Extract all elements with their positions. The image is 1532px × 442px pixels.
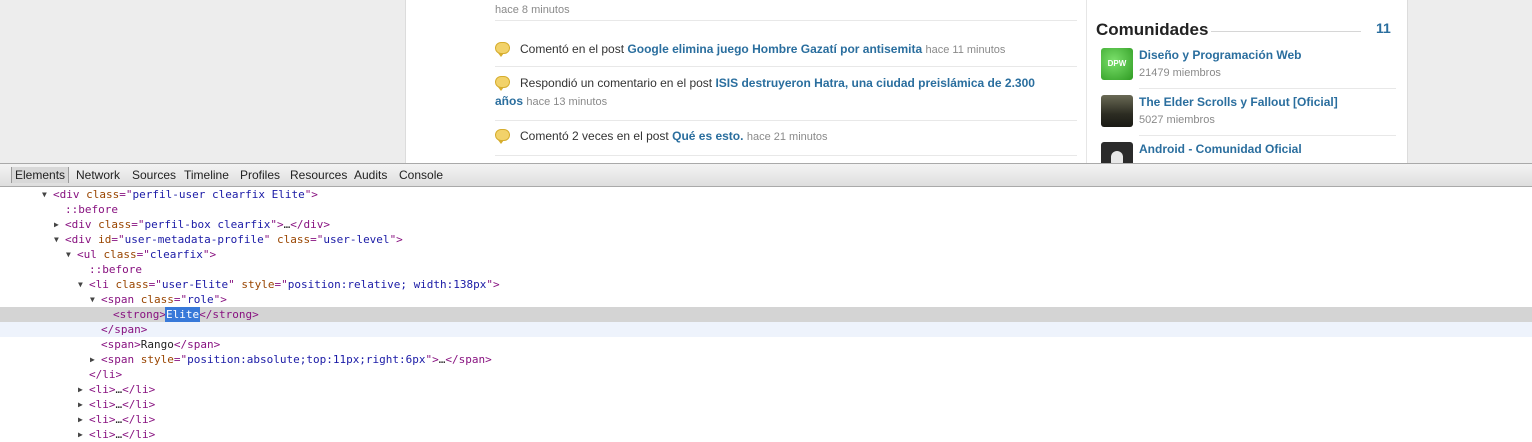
activity-item: Comentó 2 veces en el post Qué es esto. …: [495, 127, 1077, 156]
devtools-panel: Elements Network Sources Timeline Profil…: [0, 163, 1532, 441]
column-divider: [1086, 0, 1087, 163]
comunidades-title: Comunidades: [1096, 20, 1209, 39]
tab-sources[interactable]: Sources: [129, 167, 179, 183]
collapse-triangle-icon[interactable]: ▼: [78, 277, 86, 292]
collapse-triangle-icon[interactable]: ▼: [54, 232, 62, 247]
dom-node-markup: <span>Rango</span>: [101, 338, 221, 351]
community-item[interactable]: The Elder Scrolls y Fallout [Oficial] 50…: [1101, 95, 1396, 140]
divider: [495, 155, 1077, 156]
collapse-triangle-icon[interactable]: ▼: [90, 292, 98, 307]
tab-profiles[interactable]: Profiles: [237, 167, 283, 183]
dom-node[interactable]: <span>Rango</span>: [0, 337, 1532, 352]
dom-node-selected[interactable]: <strong>Elite</strong>: [0, 307, 1532, 322]
expand-triangle-icon[interactable]: ▶: [78, 382, 86, 397]
dom-node-markup: <div class="perfil-box clearfix">…</div>: [65, 218, 330, 231]
community-name[interactable]: The Elder Scrolls y Fallout [Oficial]: [1139, 95, 1338, 109]
divider: [1139, 88, 1396, 89]
dom-tree: ▼ <div class="perfil-user clearfix Elite"…: [0, 187, 1532, 441]
dom-node[interactable]: ▶ <li>…</li>: [0, 397, 1532, 412]
devtools-toolbar: Elements Network Sources Timeline Profil…: [0, 164, 1532, 187]
activity-post-link[interactable]: Google elimina juego Hombre Gazatí por a…: [627, 42, 922, 56]
dom-node-markup: <strong>Elite</strong>: [113, 307, 259, 322]
community-avatar[interactable]: [1101, 95, 1133, 127]
divider: [1139, 135, 1396, 136]
community-name[interactable]: Android - Comunidad Oficial: [1139, 142, 1302, 156]
dom-node[interactable]: ▼ <ul class="clearfix">: [0, 247, 1532, 262]
dom-node-markup: </li>: [89, 368, 123, 381]
dom-node-markup: <li>…</li>: [89, 413, 156, 426]
dom-node-markup: ::before: [89, 263, 142, 276]
community-members: 5027 miembros: [1139, 114, 1215, 126]
tab-timeline[interactable]: Timeline: [181, 167, 232, 183]
dom-node-markup: <span style="position:absolute;top:11px;…: [101, 353, 492, 366]
dom-node[interactable]: ▼ <div id="user-metadata-profile" class="…: [0, 232, 1532, 247]
community-members: 21479 miembros: [1139, 67, 1221, 79]
title-rule: [1211, 31, 1361, 32]
dom-node[interactable]: ▶ <div class="perfil-box clearfix">…</div…: [0, 217, 1532, 232]
community-name[interactable]: Diseño y Programación Web: [1139, 48, 1302, 62]
dom-node[interactable]: ▼ <li class="user-Elite" style="position:…: [0, 277, 1532, 292]
dom-node[interactable]: ▼ <span class="role">: [0, 292, 1532, 307]
dom-node[interactable]: </li>: [0, 367, 1532, 382]
dom-node[interactable]: ▶ <span style="position:absolute;top:11px…: [0, 352, 1532, 367]
dom-node-markup: </span>: [101, 323, 148, 336]
activity-time: hace 13 minutos: [526, 96, 608, 108]
profile-content: . hace 8 minutos Comentó en el post Goog…: [405, 0, 1408, 163]
dom-node-markup: <span class="role">: [101, 293, 227, 306]
comunidades-panel: Comunidades 11 DPW Diseño y Programación…: [1096, 0, 1396, 163]
dom-node[interactable]: ::before: [0, 262, 1532, 277]
expand-triangle-icon[interactable]: ▶: [78, 397, 86, 412]
dom-node-markup: <div class="perfil-user clearfix Elite">: [53, 188, 318, 201]
tab-resources[interactable]: Resources: [287, 167, 350, 183]
community-item[interactable]: Android - Comunidad Oficial: [1101, 142, 1396, 163]
collapse-triangle-icon[interactable]: ▼: [66, 247, 74, 262]
activity-post-link[interactable]: Qué es esto.: [672, 129, 743, 143]
page-viewport: . hace 8 minutos Comentó en el post Goog…: [0, 0, 1532, 163]
activity-item: Comentó en el post Google elimina juego …: [495, 40, 1077, 67]
dom-node-markup: <ul class="clearfix">: [77, 248, 217, 261]
dom-node-markup: <li>…</li>: [89, 383, 156, 396]
dom-node-markup: <li>…</li>: [89, 398, 156, 411]
community-avatar[interactable]: DPW: [1101, 48, 1133, 80]
android-icon[interactable]: [1101, 142, 1133, 163]
tab-elements[interactable]: Elements: [11, 167, 70, 183]
dom-node-markup: <div id="user-metadata-profile" class="u…: [65, 233, 403, 246]
dom-node[interactable]: ▶ <li>…</li>: [0, 412, 1532, 427]
dom-node[interactable]: ▼ <div class="perfil-user clearfix Elite"…: [0, 187, 1532, 202]
divider: [495, 66, 1077, 67]
activity-time: hace 21 minutos: [746, 131, 828, 143]
tab-audits[interactable]: Audits: [351, 167, 390, 183]
activity-time: hace 11 minutos: [925, 44, 1006, 56]
expand-triangle-icon[interactable]: ▶: [78, 412, 86, 427]
tab-console[interactable]: Console: [396, 167, 446, 183]
divider: [495, 20, 1077, 21]
activity-post-link-cont[interactable]: años: [495, 94, 523, 108]
dom-node-markup: <li class="user-Elite" style="position:r…: [89, 278, 500, 291]
tab-network[interactable]: Network: [73, 167, 123, 183]
collapse-triangle-icon[interactable]: ▼: [42, 187, 50, 202]
comment-icon: [495, 129, 510, 144]
activity-item: . hace 8 minutos: [495, 0, 1077, 21]
expand-triangle-icon[interactable]: ▶: [54, 217, 62, 232]
divider: [495, 120, 1077, 121]
dom-node-markup: ::before: [65, 203, 118, 216]
activity-item: Respondió un comentario en el post ISIS …: [495, 74, 1077, 121]
dom-node[interactable]: </span>: [0, 322, 1532, 337]
comment-icon: [495, 42, 510, 57]
community-item[interactable]: DPW Diseño y Programación Web 21479 miem…: [1101, 48, 1396, 93]
dom-node[interactable]: ::before: [0, 202, 1532, 217]
comment-icon: [495, 76, 510, 91]
activity-post-link[interactable]: ISIS destruyeron Hatra, una ciudad preis…: [715, 76, 1034, 90]
comunidades-count[interactable]: 11: [1376, 20, 1391, 36]
activity-time: hace 8 minutos: [495, 4, 570, 16]
expand-triangle-icon[interactable]: ▶: [90, 352, 98, 367]
dom-node[interactable]: ▶ <li>…</li>: [0, 382, 1532, 397]
